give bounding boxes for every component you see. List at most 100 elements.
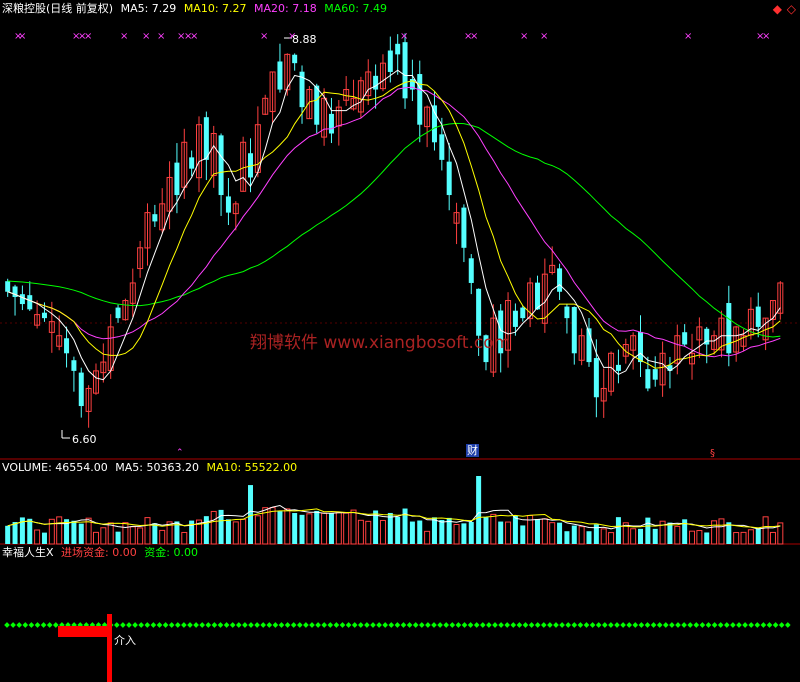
indicator-dot xyxy=(723,622,730,628)
candle-body-down xyxy=(652,369,658,380)
volume-bar-down xyxy=(12,522,18,544)
top-signal-x: × xyxy=(400,31,408,42)
indicator-dot xyxy=(303,622,309,628)
indicator-dot xyxy=(540,622,547,628)
ma10-label: MA10: 7.27 xyxy=(183,2,247,15)
volume-bar-up xyxy=(424,530,431,545)
candle-body-down xyxy=(446,161,452,196)
indicator-dot xyxy=(638,622,645,628)
indicator-dot xyxy=(400,622,407,628)
indicator-dot xyxy=(589,622,596,628)
candle-body-down xyxy=(476,288,482,336)
indicator-dot xyxy=(522,622,529,628)
indicator-dot xyxy=(296,622,303,628)
indicator-dot xyxy=(168,622,175,628)
volume-bar-up xyxy=(769,531,776,545)
candle-body-down xyxy=(557,268,563,292)
indicator-dot xyxy=(181,622,187,628)
indicator-dot xyxy=(162,622,169,628)
volume-bar-down xyxy=(218,509,224,544)
indicator-dot xyxy=(467,622,474,628)
top-signal-x: × xyxy=(142,31,150,42)
indicator-dot xyxy=(388,622,395,628)
volume-ma10-line xyxy=(7,508,781,529)
volume-bar-up xyxy=(34,529,41,545)
candle-body-down xyxy=(115,307,121,319)
indicator-dot xyxy=(205,622,212,628)
indicator-dot xyxy=(699,622,706,628)
top-signal-x: × xyxy=(540,31,548,42)
ma10-line xyxy=(7,80,781,369)
candle-body-down xyxy=(19,294,25,305)
indicator-dot xyxy=(229,622,236,628)
volume-bar-down xyxy=(498,521,504,544)
volume-bar-down xyxy=(439,519,445,544)
volume-bar-down xyxy=(387,512,393,544)
indicator-dot xyxy=(339,622,346,628)
indicator-dot xyxy=(754,622,761,628)
indicator-dot xyxy=(382,622,389,628)
indicator-dot xyxy=(437,622,443,628)
top-signal-x: × xyxy=(190,31,198,42)
candle-body-down xyxy=(431,105,437,143)
candle-body-down xyxy=(520,307,526,319)
volume-bar-down xyxy=(557,522,563,544)
indicator-dot xyxy=(211,622,218,628)
diamond-icon[interactable]: ◇ xyxy=(787,2,796,16)
volume-bar-down xyxy=(78,523,84,544)
indicator-dot xyxy=(644,622,651,628)
volume-bar-up xyxy=(269,507,276,545)
indicator-dot xyxy=(370,622,376,628)
volume-bar-up xyxy=(600,528,607,545)
candle-body-down xyxy=(27,295,33,310)
indicator-dot xyxy=(583,622,590,628)
indicator-dot xyxy=(626,622,633,628)
indicator-dot xyxy=(717,622,724,628)
top-signal-x: × xyxy=(260,31,268,42)
volume-bar-up xyxy=(122,522,129,545)
volume-bar-down xyxy=(534,519,540,544)
volume-bar-down xyxy=(292,513,298,544)
indicator-dot xyxy=(126,622,132,628)
volume-bar-up xyxy=(365,520,372,545)
indicator-dot xyxy=(650,622,657,628)
volume-bar-up xyxy=(505,521,512,545)
candle-body-down xyxy=(593,358,599,398)
volume-bar-down xyxy=(483,517,489,544)
top-signal-x: × xyxy=(120,31,128,42)
candle-body-down xyxy=(5,281,11,292)
candle-body-down xyxy=(41,312,47,319)
candle-body-down xyxy=(292,54,298,64)
fund-label: 资金: 0.00 xyxy=(144,546,198,559)
indicator-dot xyxy=(418,622,425,628)
candle-body-down xyxy=(439,134,445,160)
indicator-dot xyxy=(693,622,700,628)
finance-badge[interactable]: 财 xyxy=(466,444,479,457)
volume-bar-down xyxy=(27,518,33,544)
candle-body-down xyxy=(638,331,644,363)
top-signal-x: × xyxy=(762,31,770,42)
volume-bar-down xyxy=(71,520,77,544)
indicator-dot xyxy=(187,622,193,628)
indicator-dot xyxy=(223,622,230,628)
indicator-dot xyxy=(742,622,748,628)
indicator-dot xyxy=(498,622,504,628)
volume-bar-down xyxy=(755,527,761,544)
signal-label: 介入 xyxy=(114,634,136,647)
indicator-dot xyxy=(571,622,578,628)
indicator-panel-header: 幸福人生X 进场资金: 0.00 资金: 0.00 xyxy=(2,546,202,559)
volume-bar-down xyxy=(468,522,474,544)
volume-bar-up xyxy=(578,526,585,545)
volume-ma5-label: MA5: 50363.20 xyxy=(115,461,199,474)
indicator-dot xyxy=(278,622,285,628)
volume-bar-down xyxy=(41,532,47,544)
indicator-dot xyxy=(760,622,767,628)
candle-body-down xyxy=(755,306,761,327)
candle-body-down xyxy=(328,113,334,134)
indicator-dot xyxy=(748,622,755,628)
volume-bar-down xyxy=(652,528,658,544)
indicator-dot xyxy=(120,622,126,628)
price-panel-header: 深粮控股(日线 前复权) MA5: 7.29 MA10: 7.27 MA20: … xyxy=(2,2,391,15)
indicator-dot xyxy=(705,622,712,628)
volume-bar-down xyxy=(314,510,320,544)
